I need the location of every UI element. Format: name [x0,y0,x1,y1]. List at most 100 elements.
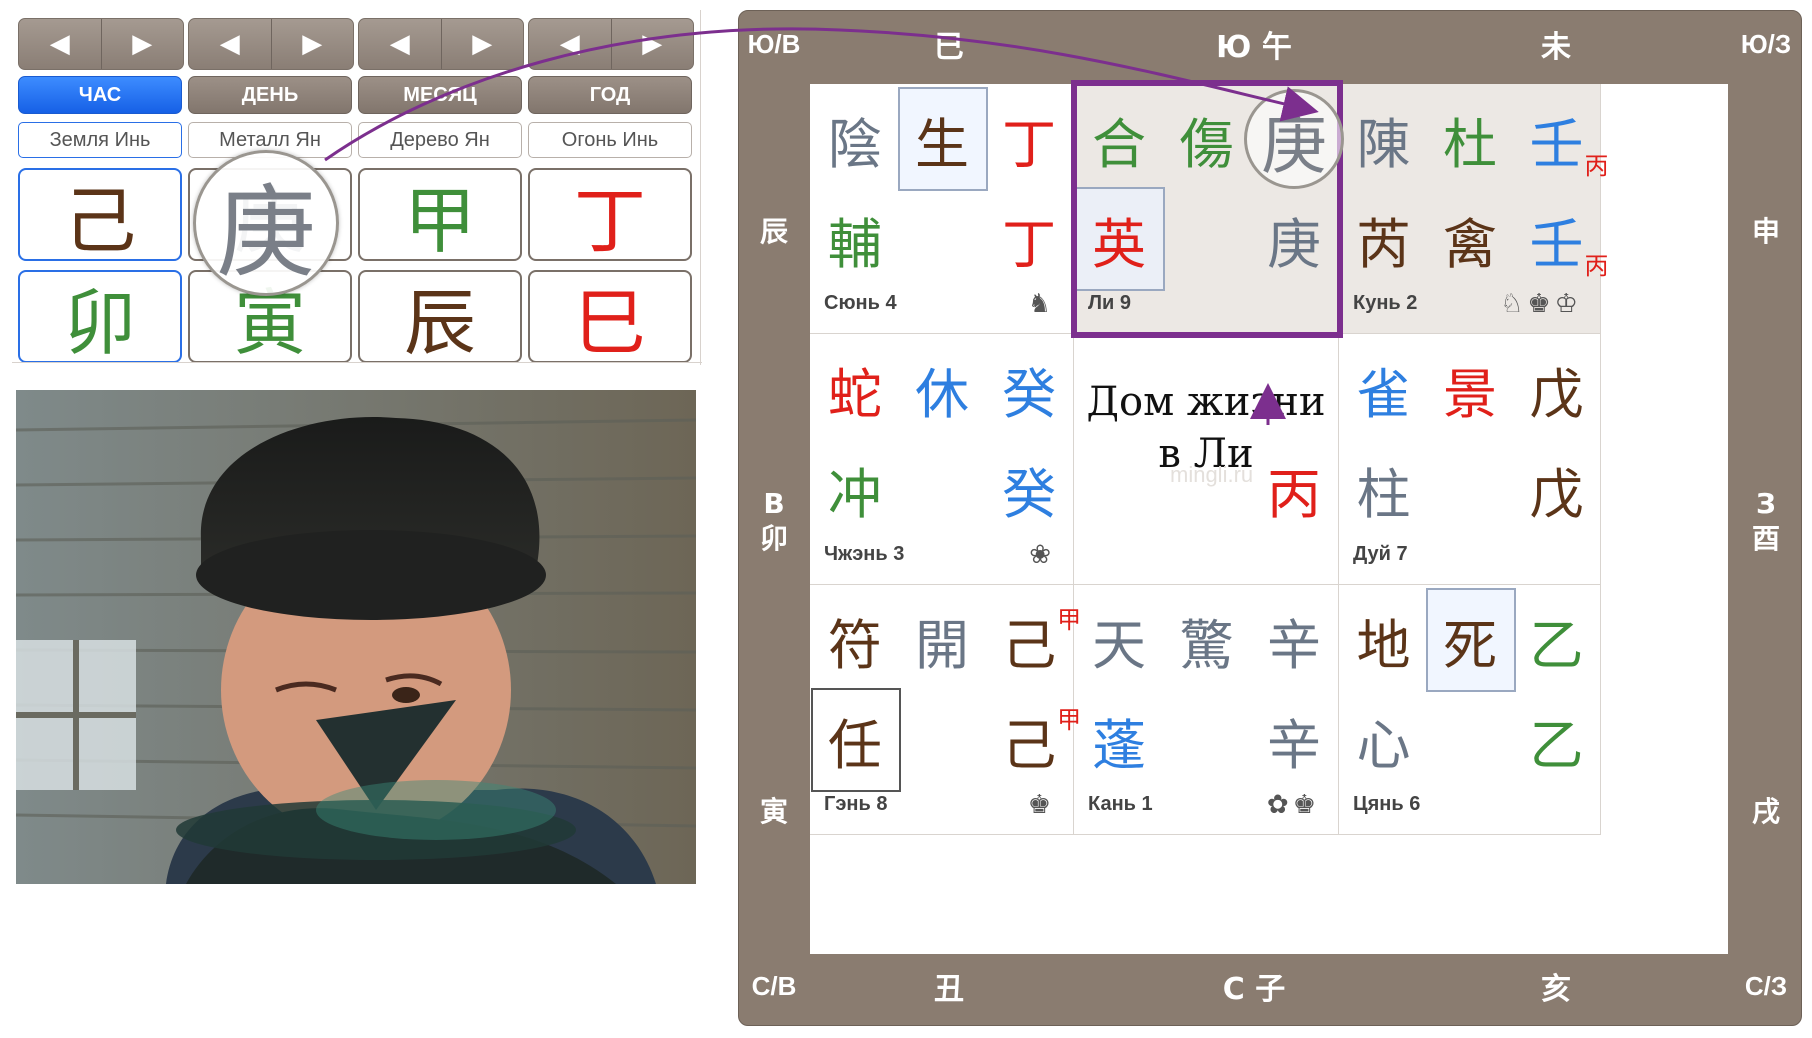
board-right-direction: 申 [1731,191,1801,271]
pillar-tab[interactable]: МЕСЯЦ [358,76,522,114]
pillar-panel: ◀ ▶ ЧАС Земля Инь 己 卯 ◀ ▶ ДЕНЬ Металл Ян… [12,10,702,365]
board-left-direction: В卯 [739,481,809,561]
palace-character: 辛 [1244,690,1344,790]
palace-character: 死 [1420,590,1520,690]
palace-symbol-icons: ♞ [1027,289,1055,319]
palace-cell[interactable]: 雀景戊柱戊 Дуй 7 [1339,334,1601,585]
palace-symbol-icons: ♘♚♔ [1500,289,1582,319]
palace-character: 輔 [805,189,905,289]
character-glyph: 柱 [1356,463,1411,527]
next-arrow-button[interactable]: ▶ [440,19,524,69]
corner-label-bottom-left: С/В [751,970,797,1001]
palace-character: 蓬 [1069,690,1169,790]
character-glyph: 癸 [1002,463,1057,527]
palace-character: 己甲 [979,590,1081,690]
board-bottom-direction: 丑 [934,972,964,1007]
annotation-line-1: Дом жизни [1086,379,1326,425]
pillar-element-label: Огонь Инь [528,122,692,158]
panel-border [700,10,701,365]
character-glyph: 蓬 [1092,713,1147,777]
character-glyph: 景 [1443,362,1497,426]
prev-arrow-button[interactable]: ◀ [19,19,101,69]
character-glyph: 生 [915,112,969,176]
board-bottom-direction: С 子 [1222,972,1286,1007]
character-glyph: 死 [1443,613,1497,677]
direction-text: 寅 [759,794,788,828]
character-glyph: 雀 [1356,362,1411,426]
qimen-board: Ю/В Ю/З С/В С/З 巳 Ю 午未丑С 子亥辰 В 卯寅申 З 酉戌陰生丁輔丁 Сюнь … [738,10,1802,1026]
character-glyph: 戊 [1529,362,1584,426]
character-glyph: 陰 [827,112,882,176]
palace-name: Ли 9 [1088,292,1132,314]
palace-cell[interactable]: 符開己甲任己甲 Гэнь 8 ♚ [810,585,1081,835]
next-arrow-button[interactable]: ▶ [610,19,694,69]
character-glyph: 輔 [827,212,882,276]
palace-character: 丁 [979,89,1079,189]
palace-symbol-icons: ♚ [1027,790,1055,820]
magnifier-circle: 庚 [193,150,339,296]
next-arrow-button[interactable]: ▶ [270,19,354,69]
palace-character: 驚 [1157,590,1257,690]
palace-character: 地 [1334,590,1434,690]
pillar-nav: ◀ ▶ [528,18,694,70]
palace-character: 蛇 [805,339,905,439]
character-glyph: 傷 [1179,112,1234,176]
pillar-stem[interactable]: 甲 [358,168,522,263]
palace-character: 壬丙 [1506,89,1608,189]
palace-character: 英 [1069,189,1169,289]
palace-character: 杜 [1420,89,1520,189]
palace-character: 乙 [1506,590,1606,690]
prev-arrow-button[interactable]: ◀ [189,19,271,69]
pillar-nav: ◀ ▶ [18,18,184,70]
pillar-tab[interactable]: ЧАС [18,76,182,114]
palace-name: Гэнь 8 [824,793,888,815]
character-glyph: 開 [915,613,969,677]
pillar-branch[interactable]: 卯 [18,270,182,365]
pillar-stem[interactable]: 己 [18,168,182,263]
palace-cell[interactable]: 陰生丁輔丁 Сюнь 4 ♞ [810,84,1074,334]
pillar-tab[interactable]: ДЕНЬ [188,76,352,114]
pillar-branch[interactable]: 巳 [528,270,692,365]
pillar-branch[interactable]: 辰 [358,270,522,365]
prev-arrow-button[interactable]: ◀ [529,19,611,69]
character-glyph: 戊 [1529,463,1584,527]
pillar-tab[interactable]: ГОД [528,76,692,114]
character-glyph: 丁 [1002,112,1057,176]
palace-character: 心 [1334,690,1434,790]
prev-arrow-button[interactable]: ◀ [359,19,441,69]
character-glyph: 英 [1092,212,1147,276]
palace-character: 芮 [1334,189,1434,289]
character-glyph: 符 [827,613,882,677]
palace-character: 辛 [1244,590,1344,690]
palace-character: 任 [805,690,905,790]
character-glyph: 乙 [1529,713,1584,777]
character-glyph: 地 [1356,613,1411,677]
palace-cell[interactable]: 地死乙心乙 Цянь 6 [1339,585,1601,835]
pillar-stem[interactable]: 丁 [528,168,692,263]
palace-name: Кань 1 [1088,793,1153,815]
palace-cell[interactable]: 天驚辛蓬辛 Кань 1 ✿♚ [1074,585,1339,835]
character-glyph: 己 [1002,713,1057,777]
palace-character: 庚 [1244,189,1344,289]
direction-text: 卯 [759,522,788,555]
palace-character: 壬丙 [1506,189,1609,289]
palace-cell[interactable]: 蛇休癸冲癸 Чжэнь 3 ❀ [810,334,1074,585]
sub-stem: 丙 [1584,252,1609,280]
next-arrow-button[interactable]: ▶ [100,19,184,69]
character-glyph: 冲 [827,463,882,527]
palace-character: 丁 [979,189,1079,289]
palace-character: 冲 [805,440,905,540]
palace-character: 陰 [805,89,905,189]
character-glyph: 乙 [1529,613,1584,677]
palace-cell[interactable]: 陳杜壬丙芮禽壬丙 Кунь 2 ♘♚♔ [1339,84,1608,334]
palace-name: Чжэнь 3 [824,543,905,565]
character-glyph: 陳 [1356,112,1411,176]
pillar-element-label: Дерево Ян [358,122,522,158]
board-top-direction: 巳 [934,30,964,65]
palace-character: 傷 [1157,89,1257,189]
palace-character: 戊 [1506,440,1606,540]
palace-symbol-icons: ✿♚ [1266,790,1320,820]
direction-text: 戌 [1751,794,1780,828]
character-glyph: 癸 [1002,362,1057,426]
palace-character: 禽 [1420,189,1520,289]
